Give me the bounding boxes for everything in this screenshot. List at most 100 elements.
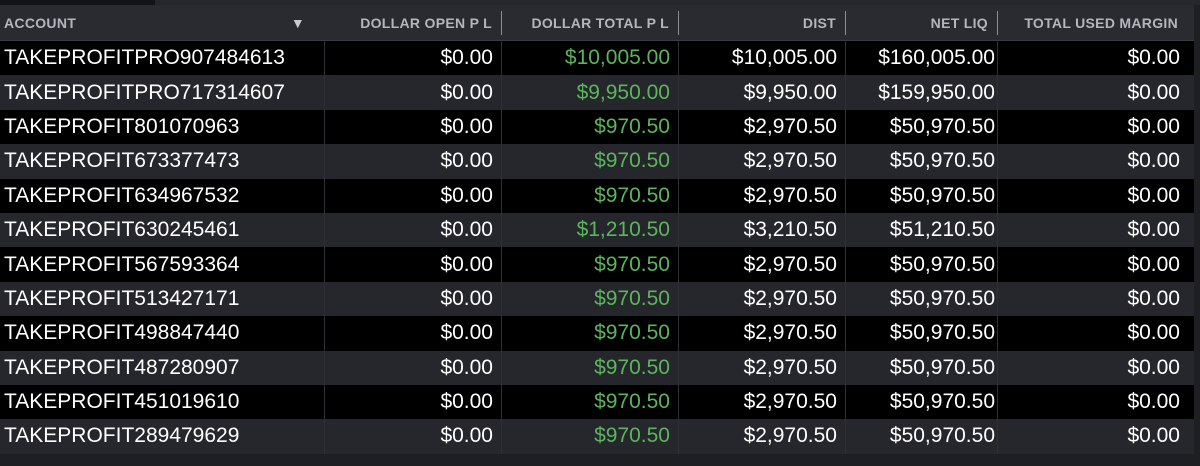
margin-cell: $0.00 — [1127, 390, 1180, 414]
net-liq-cell: $51,210.50 — [846, 212, 998, 248]
open-pl-cell: $0.00 — [325, 109, 502, 145]
sort-down-icon[interactable]: ▼ — [291, 15, 305, 31]
dist-cell: $2,970.50 — [679, 384, 846, 420]
total-pl-cell: $970.50 — [502, 316, 679, 351]
account-cell: TAKEPROFIT451019610 — [0, 384, 325, 420]
open-pl-cell: $0.00 — [325, 384, 502, 420]
table-row[interactable]: TAKEPROFIT567593364 $0.00 $970.50 $2,970… — [0, 247, 1194, 282]
margin-cell: $0.00 — [1127, 424, 1180, 448]
dist-cell: $2,970.50 — [679, 419, 846, 454]
net-liq-cell: $50,970.50 — [846, 350, 998, 385]
total-pl-cell: $1,210.50 — [502, 212, 679, 248]
column-header-label: DOLLAR TOTAL P L — [531, 14, 669, 31]
account-cell: TAKEPROFIT673377473 — [0, 144, 325, 179]
column-header-dollar-total-pl[interactable]: DOLLAR TOTAL P L — [502, 5, 679, 40]
dist-cell: $2,970.50 — [679, 247, 846, 282]
account-cell: TAKEPROFIT634967532 — [0, 178, 325, 213]
open-pl-cell: $0.00 — [325, 281, 502, 317]
column-header-label: ACCOUNT — [4, 14, 77, 31]
margin-cell: $0.00 — [1127, 114, 1180, 138]
column-header-label: DOLLAR OPEN P L — [360, 14, 492, 31]
open-pl-cell: $0.00 — [325, 350, 502, 385]
margin-cell: $0.00 — [1127, 252, 1180, 276]
net-liq-cell: $50,970.50 — [846, 247, 998, 282]
net-liq-cell: $50,970.50 — [846, 178, 998, 213]
total-pl-cell: $970.50 — [502, 350, 679, 385]
column-header-account[interactable]: ACCOUNT ▼ — [0, 5, 325, 40]
column-header-label: DIST — [802, 14, 836, 31]
account-cell: TAKEPROFIT289479629 — [0, 419, 325, 454]
total-pl-cell: $970.50 — [502, 419, 679, 454]
table-row[interactable]: TAKEPROFIT487280907 $0.00 $970.50 $2,970… — [0, 350, 1194, 385]
net-liq-cell: $159,950.00 — [846, 75, 998, 110]
column-header-label: NET LIQ — [930, 14, 988, 31]
open-pl-cell: $0.00 — [325, 144, 502, 179]
account-cell: TAKEPROFIT487280907 — [0, 350, 325, 385]
net-liq-cell: $160,005.00 — [846, 41, 998, 76]
margin-cell: $0.00 — [1127, 80, 1180, 104]
accounts-grid: ACCOUNT ▼ DOLLAR OPEN P L DOLLAR TOTAL P… — [0, 5, 1194, 454]
net-liq-cell: $50,970.50 — [846, 109, 998, 145]
column-header-dollar-open-pl[interactable]: DOLLAR OPEN P L — [325, 5, 502, 40]
account-cell: TAKEPROFIT630245461 — [0, 212, 325, 248]
table-row[interactable]: TAKEPROFIT289479629 $0.00 $970.50 $2,970… — [0, 419, 1194, 454]
net-liq-cell: $50,970.50 — [846, 281, 998, 317]
open-pl-cell: $0.00 — [325, 41, 502, 76]
net-liq-cell: $50,970.50 — [846, 144, 998, 179]
net-liq-cell: $50,970.50 — [846, 316, 998, 351]
total-pl-cell: $970.50 — [502, 178, 679, 213]
total-pl-cell: $970.50 — [502, 384, 679, 420]
margin-cell: $0.00 — [1127, 321, 1180, 345]
account-cell: TAKEPROFITPRO717314607 — [0, 75, 325, 110]
column-header-dist[interactable]: DIST — [679, 5, 846, 40]
total-pl-cell: $970.50 — [502, 144, 679, 179]
margin-cell: $0.00 — [1127, 46, 1180, 70]
grid-body: TAKEPROFITPRO907484613 $0.00 $10,005.00 … — [0, 41, 1194, 454]
account-cell: TAKEPROFITPRO907484613 — [0, 41, 325, 76]
open-pl-cell: $0.00 — [325, 247, 502, 282]
table-row[interactable]: TAKEPROFIT801070963 $0.00 $970.50 $2,970… — [0, 109, 1194, 145]
dist-cell: $2,970.50 — [679, 144, 846, 179]
table-row[interactable]: TAKEPROFIT673377473 $0.00 $970.50 $2,970… — [0, 144, 1194, 179]
account-cell: TAKEPROFIT513427171 — [0, 281, 325, 317]
open-pl-cell: $0.00 — [325, 75, 502, 110]
open-pl-cell: $0.00 — [325, 419, 502, 454]
table-row[interactable]: TAKEPROFIT513427171 $0.00 $970.50 $2,970… — [0, 281, 1194, 317]
dist-cell: $3,210.50 — [679, 212, 846, 248]
total-pl-cell: $970.50 — [502, 281, 679, 317]
dist-cell: $2,970.50 — [679, 281, 846, 317]
dist-cell: $10,005.00 — [679, 41, 846, 76]
column-header-net-liq[interactable]: NET LIQ — [846, 5, 998, 40]
margin-cell: $0.00 — [1127, 286, 1180, 310]
margin-cell: $0.00 — [1127, 183, 1180, 207]
margin-cell: $0.00 — [1127, 355, 1180, 379]
total-pl-cell: $970.50 — [502, 109, 679, 145]
column-header-label: TOTAL USED MARGIN — [1024, 14, 1178, 31]
table-row[interactable]: TAKEPROFITPRO907484613 $0.00 $10,005.00 … — [0, 41, 1194, 76]
total-pl-cell: $10,005.00 — [502, 41, 679, 76]
total-pl-cell: $9,950.00 — [502, 75, 679, 110]
open-pl-cell: $0.00 — [325, 212, 502, 248]
net-liq-cell: $50,970.50 — [846, 384, 998, 420]
open-pl-cell: $0.00 — [325, 178, 502, 213]
dist-cell: $2,970.50 — [679, 178, 846, 213]
column-header-total-used-margin[interactable]: TOTAL USED MARGIN — [998, 5, 1188, 40]
dist-cell: $2,970.50 — [679, 109, 846, 145]
dist-cell: $2,970.50 — [679, 350, 846, 385]
account-cell: TAKEPROFIT801070963 — [0, 109, 325, 145]
table-row[interactable]: TAKEPROFIT630245461 $0.00 $1,210.50 $3,2… — [0, 212, 1194, 248]
dist-cell: $9,950.00 — [679, 75, 846, 110]
account-cell: TAKEPROFIT567593364 — [0, 247, 325, 282]
account-cell: TAKEPROFIT498847440 — [0, 316, 325, 351]
table-row[interactable]: TAKEPROFITPRO717314607 $0.00 $9,950.00 $… — [0, 75, 1194, 110]
table-row[interactable]: TAKEPROFIT634967532 $0.00 $970.50 $2,970… — [0, 178, 1194, 213]
margin-cell: $0.00 — [1127, 149, 1180, 173]
grid-header: ACCOUNT ▼ DOLLAR OPEN P L DOLLAR TOTAL P… — [0, 5, 1194, 41]
dist-cell: $2,970.50 — [679, 316, 846, 351]
table-row[interactable]: TAKEPROFIT451019610 $0.00 $970.50 $2,970… — [0, 384, 1194, 420]
margin-cell: $0.00 — [1127, 218, 1180, 242]
net-liq-cell: $50,970.50 — [846, 419, 998, 454]
open-pl-cell: $0.00 — [325, 316, 502, 351]
table-row[interactable]: TAKEPROFIT498847440 $0.00 $970.50 $2,970… — [0, 316, 1194, 351]
total-pl-cell: $970.50 — [502, 247, 679, 282]
